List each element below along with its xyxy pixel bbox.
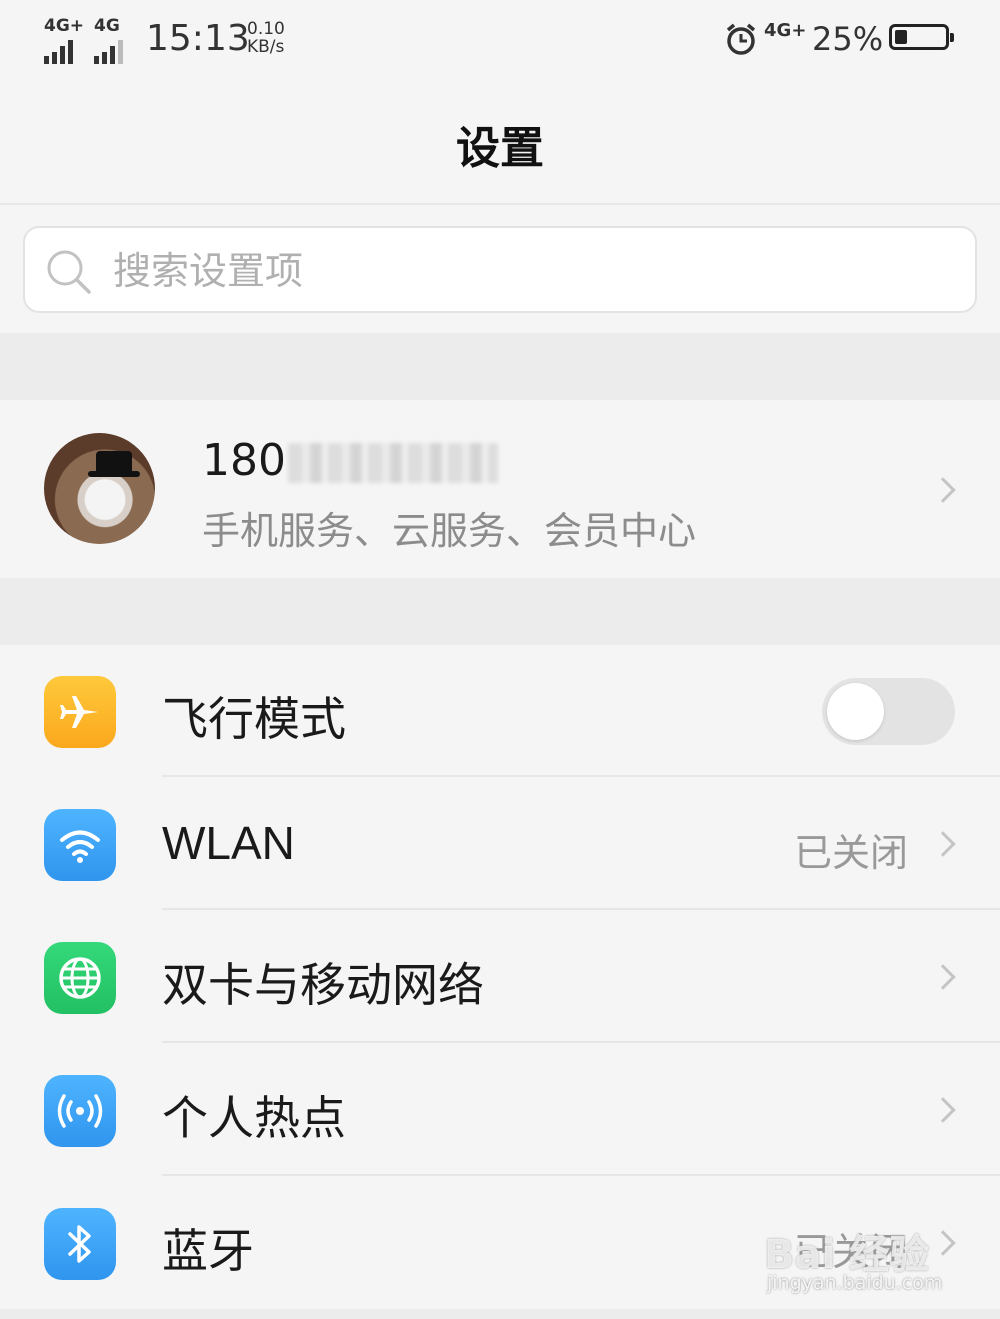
page-title: 设置: [456, 123, 544, 174]
chevron-right-icon: [930, 1230, 956, 1256]
speed-unit: KB/s: [247, 37, 285, 57]
network-type-plus: +: [791, 20, 807, 41]
chevron-right-icon: [930, 477, 956, 503]
toggle-knob: [827, 683, 884, 740]
chevron-right-icon: [930, 831, 956, 857]
airplane-mode-toggle[interactable]: [822, 678, 955, 745]
chevron-right-icon: [930, 964, 956, 990]
section-gap: [0, 1309, 1000, 1319]
network-type-label: 4G: [764, 20, 792, 41]
watermark-url: jingyan.baidu.com: [767, 1272, 943, 1294]
avatar: [44, 433, 155, 544]
divider: [0, 203, 1000, 205]
bluetooth-icon: [44, 1208, 116, 1280]
setting-row-mobile-network[interactable]: 双卡与移动网络: [0, 911, 1000, 1043]
chevron-right-icon: [930, 1097, 956, 1123]
account-phone-number: 180: [202, 435, 286, 486]
status-bar: 4G+ 4G 15:13 0.10 KB/s 4G+ 25%: [0, 0, 1000, 80]
section-gap: [0, 333, 1000, 400]
setting-label: 蓝牙: [162, 1224, 254, 1278]
divider: [162, 1174, 1000, 1176]
hotspot-icon: [44, 1075, 116, 1147]
setting-row-wlan[interactable]: WLAN 已关闭: [0, 778, 1000, 910]
signal-2-label: 4G: [94, 16, 120, 36]
divider: [162, 908, 1000, 910]
speed-value: 0.10: [247, 19, 285, 39]
account-row[interactable]: 180 手机服务、云服务、会员中心: [0, 400, 1000, 578]
setting-label: 双卡与移动网络: [162, 958, 484, 1012]
account-subtitle: 手机服务、云服务、会员中心: [202, 509, 697, 553]
clock: 15:13: [146, 18, 250, 59]
setting-row-hotspot[interactable]: 个人热点: [0, 1044, 1000, 1176]
network-type: 4G+: [764, 20, 806, 41]
signal-bars-icon: [94, 40, 123, 64]
battery-percent: 25%: [812, 20, 884, 58]
battery-icon: [889, 24, 954, 50]
setting-label: 个人热点: [162, 1091, 346, 1145]
airplane-icon: [44, 676, 116, 748]
divider: [162, 775, 1000, 777]
signal-1-plus: +: [69, 16, 85, 36]
setting-row-airplane[interactable]: 飞行模式: [0, 645, 1000, 777]
search-box[interactable]: [23, 226, 977, 313]
wifi-icon: [44, 809, 116, 881]
setting-value: 已关闭: [793, 831, 908, 875]
network-speed: 0.10 KB/s: [247, 20, 285, 56]
search-icon: [47, 250, 91, 294]
globe-icon: [44, 942, 116, 1014]
search-input[interactable]: [111, 244, 915, 298]
section-gap: [0, 578, 1000, 645]
setting-label: 飞行模式: [162, 692, 346, 746]
alarm-icon: [726, 23, 756, 55]
signal-1-label: 4G: [44, 16, 70, 36]
signal-bars-icon: [44, 40, 73, 64]
battery-level: [895, 30, 907, 44]
setting-label: WLAN: [162, 817, 295, 869]
account-phone: 180: [202, 435, 498, 486]
phone-mask: [287, 443, 498, 483]
divider: [162, 1041, 1000, 1043]
